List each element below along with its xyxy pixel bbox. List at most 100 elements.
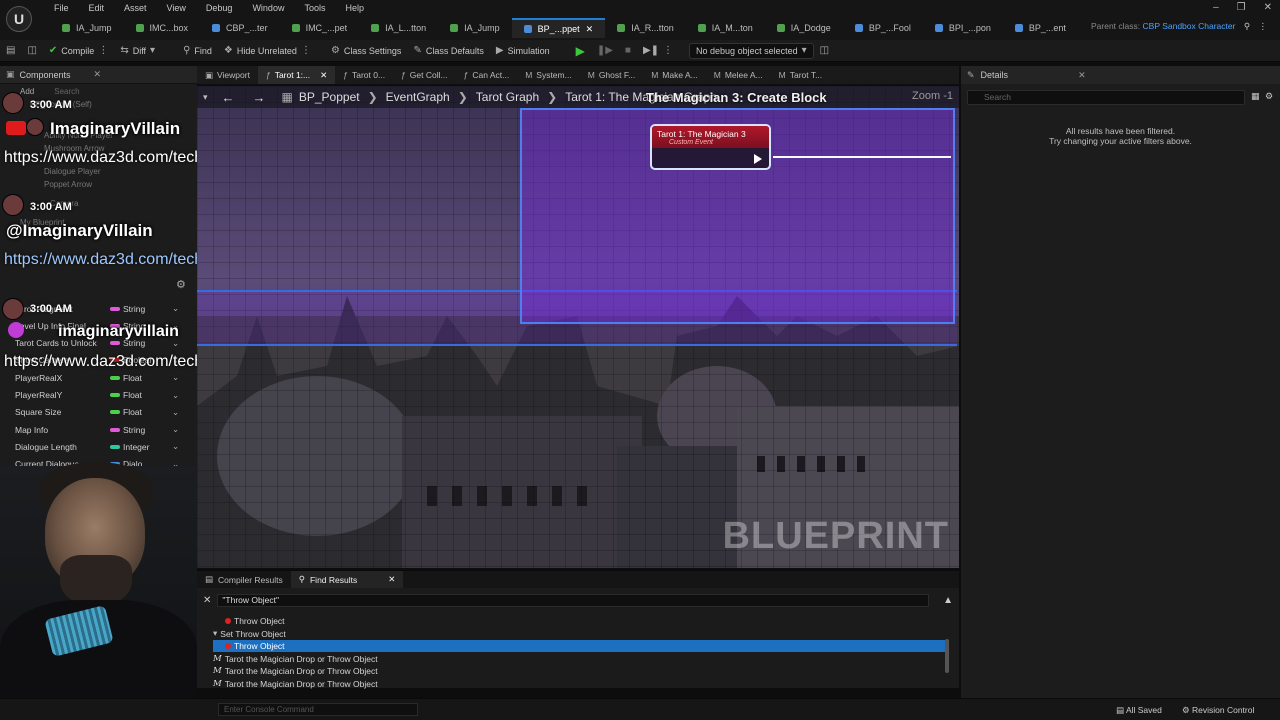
stop-button[interactable]: ■ [619, 40, 637, 62]
doc-tab[interactable]: IA_L...tton [359, 18, 438, 38]
close-icon[interactable]: ✕ [93, 69, 101, 80]
variable-row[interactable]: Map Info String ⌄ [0, 421, 197, 438]
details-search-input[interactable]: Search [967, 90, 1245, 105]
graph-tab[interactable]: M Melee A... [706, 66, 771, 84]
clear-icon[interactable]: ✕ [203, 595, 211, 606]
tab-find-results[interactable]: ⚲ Find Results ✕ [290, 571, 404, 588]
save-button[interactable]: ▤ [0, 40, 21, 62]
parent-class-value[interactable]: CBP Sandbox Character [1143, 21, 1236, 31]
console-input[interactable]: Enter Console Command [218, 703, 418, 716]
table-view-icon[interactable]: ▦ [1251, 91, 1260, 102]
variable-type[interactable]: Float [123, 407, 142, 417]
doc-tab[interactable]: BP_...ent [1003, 18, 1078, 38]
menu-help[interactable]: Help [335, 3, 374, 13]
variable-row[interactable]: PlayerRealY Float ⌄ [0, 387, 197, 404]
debug-filter-button[interactable]: ◫ [814, 40, 835, 62]
doc-tab[interactable]: IA_R...tton [605, 18, 686, 38]
components-search[interactable]: Search [54, 87, 79, 96]
close-icon[interactable]: ✕ [320, 70, 327, 81]
close-window-icon[interactable]: ✕ [1264, 2, 1272, 13]
breadcrumb-item[interactable]: BP_Poppet [299, 90, 360, 104]
doc-tab[interactable]: BPI_...pon [923, 18, 1003, 38]
breadcrumb-item[interactable]: EventGraph [386, 90, 450, 104]
doc-tab[interactable]: IA_Jump [438, 18, 512, 38]
scrollbar[interactable] [945, 639, 949, 673]
doc-tab[interactable]: IA_Dodge [765, 18, 843, 38]
graph-menu-icon[interactable]: ▾ [203, 92, 208, 103]
minimize-icon[interactable]: – [1213, 2, 1219, 13]
find-input[interactable]: "Throw Object" [217, 593, 930, 607]
chevron-down-icon[interactable]: ⌄ [172, 424, 179, 435]
find-result-item[interactable]: ▾ Set Throw Object [213, 628, 286, 640]
close-icon[interactable]: ✕ [388, 574, 395, 585]
doc-tab[interactable]: BP_...Fool [843, 18, 923, 38]
menu-file[interactable]: File [44, 3, 79, 13]
restore-icon[interactable]: ❐ [1237, 2, 1246, 13]
all-saved-status[interactable]: ▤ All Saved [1116, 705, 1162, 716]
menu-window[interactable]: Window [242, 3, 294, 13]
chevron-down-icon[interactable]: ⌄ [172, 390, 179, 401]
chevron-down-icon[interactable]: ⌄ [172, 441, 179, 452]
component-item[interactable]: Poppet Arrow [0, 178, 197, 191]
graph-tab[interactable]: ƒ Tarot 1:... ✕ [257, 66, 336, 84]
graph-tab[interactable]: ▣ Viewport [197, 66, 258, 84]
menu-tools[interactable]: Tools [294, 3, 335, 13]
variable-type[interactable]: String [123, 425, 145, 435]
graph-tab[interactable]: M Tarot T... [771, 66, 831, 84]
variable-type[interactable]: Float [123, 373, 142, 383]
graph-tab[interactable]: ƒ Can Act... [456, 66, 518, 84]
simulation-button[interactable]: ▶ Simulation [490, 40, 556, 62]
hide-unrelated-button[interactable]: ❖ Hide Unrelated ⋮ [218, 40, 317, 62]
variable-row[interactable]: Square Size Float ⌄ [0, 404, 197, 421]
find-in-all-icon[interactable]: ▲ [943, 595, 953, 606]
diff-button[interactable]: ⇆ Diff ▾ [114, 40, 161, 62]
search-icon[interactable]: ⚲ [1244, 21, 1250, 31]
menu-debug[interactable]: Debug [196, 3, 243, 13]
doc-tab[interactable]: IA_Jump [50, 18, 124, 38]
resume-button[interactable]: ▶❚ ⋮ [637, 40, 679, 62]
close-icon[interactable]: ✕ [1078, 70, 1086, 81]
find-result-item[interactable]: M Tarot the Magician Drop or Throw Object [213, 678, 378, 690]
graph-tab[interactable]: ƒ Get Coll... [393, 66, 456, 84]
variable-type[interactable]: Float [123, 390, 142, 400]
back-icon[interactable]: ← [222, 90, 235, 105]
menu-view[interactable]: View [157, 3, 196, 13]
doc-tab[interactable]: IMC...box [124, 18, 201, 38]
graph-tab[interactable]: ƒ Tarot 0... [335, 66, 393, 84]
close-icon[interactable]: ✕ [586, 24, 594, 35]
tab-compiler-results[interactable]: ▤ Compiler Results [197, 571, 291, 588]
revision-control-button[interactable]: ⚙ Revision Control [1182, 705, 1254, 716]
unreal-logo-icon[interactable]: U [6, 6, 32, 32]
doc-tab[interactable]: IMC_...pet [280, 18, 360, 38]
breadcrumb-item[interactable]: Tarot Graph [476, 90, 539, 104]
doc-tab[interactable]: BP_...ppet ✕ [511, 18, 606, 38]
chevron-down-icon[interactable]: ⌄ [172, 303, 179, 314]
browse-button[interactable]: ◫ [21, 40, 42, 62]
play-button[interactable]: ▶ [570, 40, 591, 62]
graph-tab[interactable]: M System... [517, 66, 580, 84]
variable-type[interactable]: Integer [123, 442, 149, 452]
class-defaults-button[interactable]: ✎ Class Defaults [407, 40, 489, 62]
custom-event-node[interactable]: Tarot 1: The Magician 3 Custom Event [650, 124, 771, 170]
find-result-item[interactable]: M Tarot the Magician Drop or Throw Object [213, 665, 378, 677]
add-component-button[interactable]: Add [20, 87, 34, 96]
class-settings-button[interactable]: ⚙ Class Settings [325, 40, 408, 62]
compile-button[interactable]: ✔ Compile ⋮ [43, 40, 114, 62]
graph-tab[interactable]: M Ghost F... [580, 66, 643, 84]
graph-tab[interactable]: M Make A... [643, 66, 706, 84]
forward-icon[interactable]: → [253, 90, 266, 105]
chevron-down-icon[interactable]: ⌄ [172, 407, 179, 418]
gear-icon[interactable]: ⚙ [176, 278, 186, 291]
comment-title[interactable]: The Magician 3: Create Block [646, 90, 827, 105]
doc-tab[interactable]: CBP_...ter [200, 18, 280, 38]
find-button[interactable]: ⚲ Find [177, 40, 218, 62]
chevron-down-icon[interactable]: ⌄ [172, 372, 179, 383]
find-result-item[interactable]: Throw Object [225, 615, 285, 627]
exec-pin-icon[interactable] [754, 154, 762, 164]
variable-row[interactable]: Dialogue Length Integer ⌄ [0, 438, 197, 455]
find-result-item[interactable]: M Tarot the Magician Drop or Throw Object [213, 653, 378, 665]
gear-icon[interactable]: ⚙ [1265, 91, 1273, 102]
debug-object-dropdown[interactable]: No debug object selected ▾ [689, 42, 814, 59]
find-result-item[interactable]: Throw Object [213, 640, 945, 653]
event-graph-canvas[interactable]: Tarot 1: The Magician 3 Custom Event ▾ ←… [197, 86, 959, 568]
